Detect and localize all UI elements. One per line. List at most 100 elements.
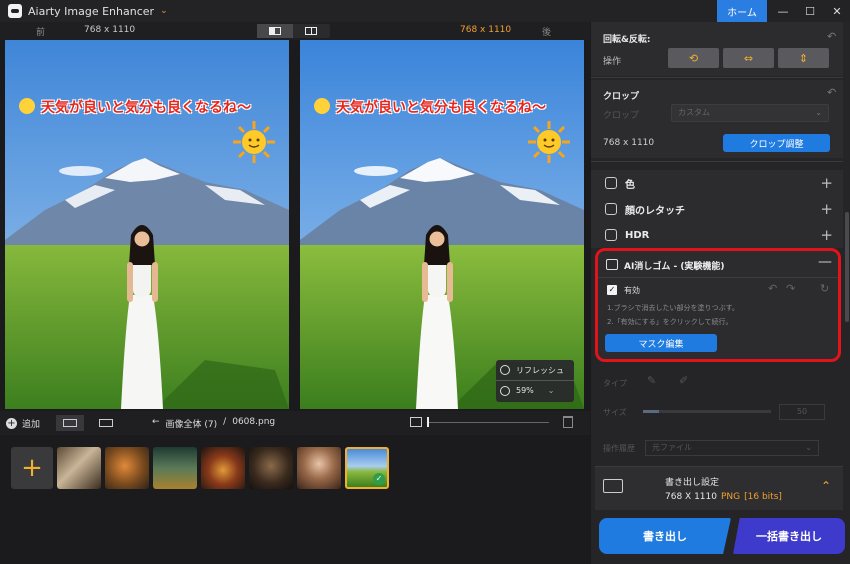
history-value: 元ファイル [652, 443, 692, 452]
enabled-label: 有効 [624, 286, 640, 295]
thumbnail-item-selected[interactable]: ✓ [345, 447, 389, 489]
thumbnail-item[interactable] [57, 447, 101, 489]
app-menu-chevron-icon[interactable]: ⌄ [160, 6, 168, 16]
view-split-button[interactable] [293, 24, 329, 38]
landscape-photo [5, 40, 289, 409]
collapse-minus-icon[interactable]: — [818, 254, 832, 270]
reset-icon[interactable]: ↻ [820, 282, 829, 295]
rotate-reset-icon[interactable]: ↶ [827, 30, 836, 43]
zoom-chevron-icon: ⌄ [547, 386, 555, 395]
expand-up-icon[interactable]: ⌃ [821, 479, 831, 493]
batch-export-button[interactable]: 一括書き出し [733, 518, 845, 554]
expand-plus-icon[interactable]: + [820, 226, 833, 244]
minimize-button[interactable]: — [770, 0, 796, 22]
image-caption-enhanced-text: 天気が良いと気分も良くなるね～ [336, 100, 546, 116]
breadcrumb-separator: / [223, 417, 227, 427]
split-view-icon [305, 27, 317, 35]
app-title: Aiarty Image Enhancer [28, 4, 155, 18]
ai-eraser-title: AI消しゴム - (実験機能) [624, 262, 725, 272]
brush-size-slider [643, 410, 771, 413]
flip-horizontal-button[interactable]: ⇔ [723, 48, 774, 68]
operation-label: 操作 [603, 57, 622, 67]
brush-type-label: タイプ [603, 379, 627, 388]
ai-eraser-section: AI消しゴム - (実験機能) — ✓ 有効 ↶ ↷ ↻ 1.ブラシで消去したい… [595, 248, 841, 362]
after-image-pane[interactable]: 天気が良いと気分も良くなるね～ リフレッシュ 59% ⌄ [300, 40, 584, 409]
color-label: 色 [625, 179, 635, 191]
magnifier-icon [500, 385, 510, 396]
rotate-flip-section: 回転&反転: ↶ 操作 ⟲ ⇔ ⇕ [591, 22, 843, 76]
close-button[interactable]: ✕ [824, 0, 850, 22]
compare-header: 前 768 x 1110 768 x 1110 後 [0, 22, 590, 40]
face-retouch-label: 顔のレタッチ [625, 205, 685, 217]
hdr-row[interactable]: HDR + [591, 222, 843, 248]
back-arrow-icon[interactable]: ← [152, 417, 160, 430]
mask-edit-button[interactable]: マスク編集 [605, 334, 717, 352]
grid-icon [63, 419, 77, 427]
zoom-select[interactable]: 59% ⌄ [496, 380, 574, 400]
thumbnail-item[interactable] [153, 447, 197, 489]
strip-view-button[interactable] [92, 415, 120, 431]
brush-size-label: サイズ [603, 408, 627, 417]
before-resolution: 768 x 1110 [84, 25, 136, 35]
image-list-toolbar: + 追加 ← 画像全体 (7) / 0608.png [0, 411, 590, 435]
settings-panel: 回転&反転: ↶ 操作 ⟲ ⇔ ⇕ クロップ ↶ クロップ 768 x 1110… [591, 22, 850, 564]
sun-emoji-icon [528, 121, 570, 163]
add-image-tile[interactable]: + [11, 447, 53, 489]
history-select: 元ファイル ⌄ [645, 440, 819, 456]
redo-icon[interactable]: ↷ [786, 282, 795, 295]
section-divider [598, 277, 838, 278]
after-label: 後 [542, 28, 552, 38]
export-settings[interactable]: 書き出し設定 768 X 1110 PNG [16 bits] ⌃ [595, 466, 843, 510]
crop-ratio-select[interactable]: カスタム ⌄ [671, 104, 829, 122]
crop-size-text: 768 x 1110 [603, 138, 655, 148]
undo-icon[interactable]: ↶ [768, 282, 777, 295]
image-caption-text: 天気が良いと気分も良くなるね～ [41, 100, 251, 116]
history-label: 操作履歴 [603, 444, 635, 453]
maximize-button[interactable]: ☐ [797, 0, 823, 22]
section-divider [591, 77, 843, 78]
breadcrumb-file: 0608.png [232, 417, 276, 427]
face-retouch-row[interactable]: 顔のレタッチ + [591, 196, 843, 222]
flip-vertical-button[interactable]: ⇕ [778, 48, 829, 68]
landscape-photo-enhanced [300, 40, 584, 409]
rotate-button[interactable]: ⟲ [668, 48, 719, 68]
thumbnail-item[interactable] [297, 447, 341, 489]
view-mode-toggle[interactable] [257, 24, 330, 38]
refresh-label: リフレッシュ [516, 365, 564, 375]
color-icon [605, 177, 617, 189]
panel-scrollbar[interactable] [845, 212, 849, 322]
title-bar: Aiarty Image Enhancer ⌄ ホーム — ☐ ✕ [0, 0, 850, 22]
crop-adjust-button[interactable]: クロップ調整 [723, 134, 830, 152]
add-image-button[interactable]: + 追加 [6, 417, 40, 430]
before-image-pane[interactable]: 天気が良いと気分も良くなるね～ [5, 40, 289, 409]
crop-reset-icon[interactable]: ↶ [827, 86, 836, 99]
crop-title: クロップ [603, 92, 640, 102]
rotate-flip-title: 回転&反転: [603, 35, 651, 45]
zoom-value: 59% [516, 386, 534, 395]
hdr-icon [605, 229, 617, 241]
home-button[interactable]: ホーム [717, 0, 767, 22]
grid-view-button[interactable] [56, 415, 84, 431]
view-single-button[interactable] [257, 24, 293, 38]
breadcrumb-root[interactable]: 画像全体 (7) [166, 417, 218, 430]
export-button[interactable]: 書き出し [599, 518, 731, 554]
export-settings-meta: 768 X 1110 PNG [16 bits] [665, 492, 782, 502]
crop-label: クロップ [603, 111, 640, 121]
expand-plus-icon[interactable]: + [820, 200, 833, 218]
refresh-button[interactable]: リフレッシュ [496, 360, 574, 380]
color-section-row[interactable]: 色 + [591, 170, 843, 196]
thumbnail-item[interactable] [201, 447, 245, 489]
thumbnail-item[interactable] [249, 447, 293, 489]
thumbnail-size-slider[interactable] [427, 422, 549, 423]
ai-eraser-step-2: 2.「有効にする」をクリックして続行。 [607, 318, 733, 326]
trash-icon[interactable] [563, 416, 573, 428]
expand-plus-icon[interactable]: + [820, 174, 833, 192]
thumbnail-item[interactable] [105, 447, 149, 489]
thumbnail-size-handle[interactable] [427, 417, 429, 427]
single-view-icon [269, 27, 281, 35]
refresh-icon [500, 365, 510, 375]
export-size: 768 X 1110 [665, 492, 717, 502]
brush-erase-icon: ✐ [679, 374, 689, 387]
enabled-checkbox[interactable]: ✓ [607, 285, 617, 295]
sun-emoji-icon [233, 121, 275, 163]
